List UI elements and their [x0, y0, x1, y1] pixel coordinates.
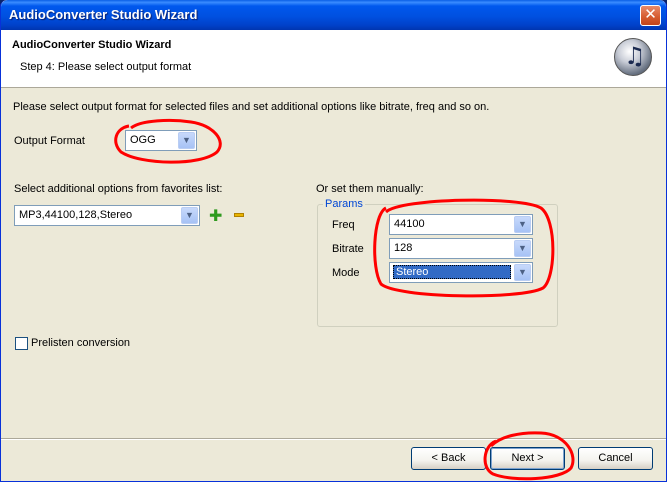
- wizard-window: AudioConverter Studio Wizard ✕ AudioConv…: [0, 0, 667, 482]
- intro-text: Please select output format for selected…: [13, 101, 490, 113]
- output-format-value: OGG: [130, 134, 156, 146]
- mode-select[interactable]: Stereo ▼: [389, 262, 533, 283]
- mode-label: Mode: [332, 267, 360, 279]
- close-button[interactable]: ✕: [640, 5, 661, 26]
- manual-label: Or set them manually:: [316, 183, 424, 195]
- back-button[interactable]: < Back: [411, 447, 486, 470]
- bitrate-select[interactable]: 128 ▼: [389, 238, 533, 259]
- params-legend: Params: [323, 198, 365, 210]
- chevron-down-icon[interactable]: ▼: [514, 240, 531, 257]
- freq-value: 44100: [394, 218, 425, 230]
- freq-label: Freq: [332, 219, 355, 231]
- title-bar[interactable]: AudioConverter Studio Wizard ✕: [1, 0, 666, 30]
- mode-value: Stereo: [393, 265, 511, 279]
- header-title: AudioConverter Studio Wizard: [12, 39, 172, 51]
- step-description: Step 4: Please select output format: [20, 61, 192, 73]
- wizard-header: AudioConverter Studio Wizard Step 4: Ple…: [1, 30, 666, 88]
- cancel-button[interactable]: Cancel: [578, 447, 653, 470]
- freq-select[interactable]: 44100 ▼: [389, 214, 533, 235]
- chevron-down-icon[interactable]: ▼: [181, 207, 198, 224]
- music-disc-icon: [614, 38, 652, 76]
- favorites-value: MP3,44100,128,Stereo: [19, 209, 133, 221]
- chevron-down-icon[interactable]: ▼: [514, 216, 531, 233]
- close-icon: ✕: [644, 6, 657, 23]
- output-format-label: Output Format: [14, 135, 85, 147]
- chevron-down-icon[interactable]: ▼: [178, 132, 195, 149]
- footer-divider: [1, 438, 666, 440]
- favorites-label: Select additional options from favorites…: [14, 183, 223, 195]
- chevron-down-icon[interactable]: ▼: [514, 264, 531, 281]
- next-button[interactable]: Next >: [490, 447, 565, 470]
- bitrate-value: 128: [394, 242, 413, 254]
- output-format-select[interactable]: OGG ▼: [125, 130, 197, 151]
- prelisten-checkbox[interactable]: [15, 337, 28, 350]
- add-favorite-icon[interactable]: ✚: [209, 206, 222, 226]
- remove-favorite-icon[interactable]: [234, 213, 244, 217]
- favorites-select[interactable]: MP3,44100,128,Stereo ▼: [14, 205, 200, 226]
- window-title: AudioConverter Studio Wizard: [9, 7, 198, 22]
- bitrate-label: Bitrate: [332, 243, 364, 255]
- prelisten-label[interactable]: Prelisten conversion: [31, 337, 130, 349]
